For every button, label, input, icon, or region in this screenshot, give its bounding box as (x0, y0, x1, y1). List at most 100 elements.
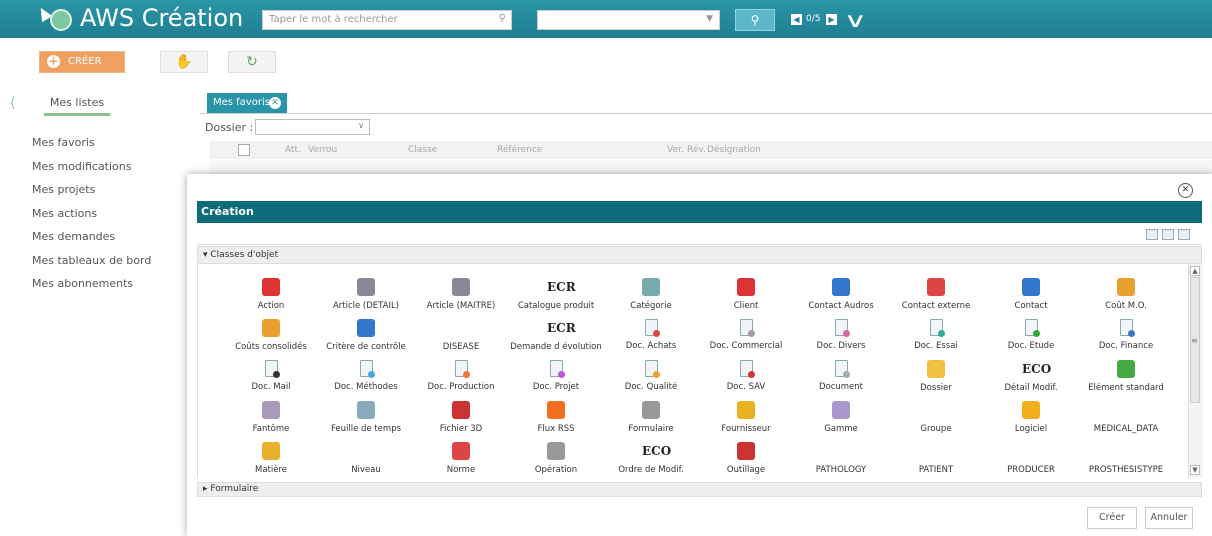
object-class-item[interactable]: Contact Audros (791, 278, 891, 311)
plus-icon: + (47, 54, 60, 68)
search-icon: ⚲ (498, 13, 506, 24)
object-class-item[interactable]: Groupe (886, 401, 986, 434)
object-class-item[interactable]: Doc. Méthodes (316, 360, 416, 392)
object-class-item[interactable]: Doc. Production (411, 360, 511, 392)
object-class-item[interactable]: Doc. Achats (601, 319, 701, 351)
ecr-icon: ECR (547, 280, 576, 294)
column-class[interactable]: Classe (408, 145, 437, 155)
sidebar-item-favorites[interactable]: Mes favoris (32, 136, 151, 160)
column-version[interactable]: Ver. (667, 145, 684, 155)
object-class-item[interactable]: PRODUCER (981, 442, 1081, 475)
object-class-item[interactable]: Elément standard (1076, 360, 1176, 393)
column-lock[interactable]: Verrou (308, 145, 337, 155)
object-class-item[interactable]: Flux RSS (506, 401, 606, 434)
object-class-item[interactable]: Doc. Qualité (601, 360, 701, 392)
object-class-item[interactable]: Gamme (791, 401, 891, 434)
column-reference[interactable]: Référence (497, 145, 542, 155)
object-class-item[interactable]: Document (791, 360, 891, 392)
object-class-item[interactable]: Opération (506, 442, 606, 475)
object-class-item[interactable]: Coût M.O. (1076, 278, 1176, 311)
chevron-down-icon: ∨ (358, 121, 364, 130)
object-class-item[interactable]: Doc. SAV (696, 360, 796, 392)
prev-result-button[interactable]: ◀ (791, 14, 802, 25)
object-class-item[interactable]: DISEASE (411, 319, 511, 352)
object-class-item[interactable]: Logiciel (981, 401, 1081, 434)
object-class-item[interactable]: Outillage (696, 442, 796, 475)
object-class-item[interactable]: ECO Détail Modif. (981, 360, 1081, 393)
column-designation[interactable]: Désignation (707, 145, 761, 155)
chart-icon (832, 401, 850, 419)
sidebar-item-modifications[interactable]: Mes modifications (32, 160, 151, 184)
app-title: AWS Création (80, 4, 244, 32)
object-class-item[interactable]: Doc. Etude (981, 319, 1081, 351)
list-view-icon[interactable] (1162, 229, 1174, 240)
refresh-button[interactable]: ↻ (228, 51, 276, 73)
object-class-item[interactable]: Article (MAITRE) (411, 278, 511, 311)
search-input[interactable]: Taper le mot à rechercher ⚲ (262, 10, 512, 30)
object-class-item[interactable]: Niveau (316, 442, 416, 475)
sidebar-item-subscriptions[interactable]: Mes abonnements (32, 277, 151, 301)
eye-icon (357, 319, 375, 337)
checkout-button[interactable]: ✋ (160, 51, 208, 73)
sidebar-item-requests[interactable]: Mes demandes (32, 230, 151, 254)
object-class-item[interactable]: PATIENT (886, 442, 986, 475)
section-form[interactable]: ▸ Formulaire (197, 482, 1202, 497)
object-class-item[interactable]: PATHOLOGY (791, 442, 891, 475)
object-class-item[interactable]: Fichier 3D (411, 401, 511, 434)
sidebar-item-dashboards[interactable]: Mes tableaux de bord (32, 254, 151, 278)
folder-select[interactable]: ∨ (255, 119, 370, 135)
object-class-item[interactable]: Contact (981, 278, 1081, 311)
sidebar-tab-my-lists[interactable]: Mes listes (32, 96, 122, 109)
object-class-item[interactable]: ECR Catalogue produit (506, 278, 606, 311)
object-class-item[interactable]: Action (221, 278, 321, 311)
cancel-button[interactable]: Annuler (1145, 507, 1193, 529)
object-class-item[interactable]: Article (DETAIL) (316, 278, 416, 311)
scroll-down-button[interactable]: ▼ (1190, 465, 1200, 475)
blank-icon (1022, 442, 1040, 460)
object-class-item[interactable]: Catégorie (601, 278, 701, 311)
object-class-item[interactable]: Critère de contrôle (316, 319, 416, 352)
object-class-item[interactable]: MEDICAL_DATA (1076, 401, 1176, 434)
object-class-item[interactable]: Doc. Essai (886, 319, 986, 351)
create-confirm-button[interactable]: Créer (1087, 507, 1137, 529)
object-class-item[interactable]: Fournisseur (696, 401, 796, 434)
object-class-item[interactable]: Formulaire (601, 401, 701, 434)
object-class-item[interactable]: Norme (411, 442, 511, 475)
object-class-item[interactable]: Doc. Commercial (696, 319, 796, 351)
object-class-item[interactable]: PROSTHESISTYPE (1076, 442, 1176, 475)
object-class-item[interactable]: Fantôme (221, 401, 321, 434)
tab-favorites[interactable]: Mes favoris ✕ (207, 93, 287, 113)
object-class-item[interactable]: Doc. Projet (506, 360, 606, 392)
expand-menu-icon[interactable]: ∨ (844, 8, 867, 32)
object-class-item[interactable]: Matière (221, 442, 321, 475)
people-icon (1117, 278, 1135, 296)
search-button[interactable]: ⚲ (735, 9, 775, 31)
column-revision[interactable]: Rév. (687, 145, 706, 155)
sidebar-item-actions[interactable]: Mes actions (32, 207, 151, 231)
scroll-up-button[interactable]: ▲ (1190, 266, 1200, 276)
collapse-sidebar-icon[interactable]: ⟨ (10, 95, 15, 111)
close-dialog-icon[interactable]: ✕ (1178, 183, 1193, 198)
object-class-item[interactable]: ECR Demande d évolution (506, 319, 606, 352)
section-object-classes[interactable]: ▾ Classes d'objet (197, 246, 1202, 264)
object-class-item[interactable]: Doc. Mail (221, 360, 321, 392)
large-icons-view-icon[interactable] (1146, 229, 1158, 240)
object-class-item[interactable]: Dossier (886, 360, 986, 393)
object-class-item[interactable]: Doc. Divers (791, 319, 891, 351)
search-type-select[interactable]: ▼ (537, 10, 720, 30)
sidebar-item-projects[interactable]: Mes projets (32, 183, 151, 207)
object-class-item[interactable]: Coûts consolidés (221, 319, 321, 352)
contact-card-red-icon (927, 278, 945, 296)
object-class-item[interactable]: Client (696, 278, 796, 311)
detail-view-icon[interactable] (1178, 229, 1190, 240)
object-class-item[interactable]: Contact externe (886, 278, 986, 311)
next-result-button[interactable]: ▶ (826, 14, 837, 25)
select-all-checkbox[interactable] (238, 144, 250, 156)
object-class-item[interactable]: Feuille de temps (316, 401, 416, 434)
object-class-item[interactable]: Doc. Finance (1076, 319, 1176, 351)
close-tab-icon[interactable]: ✕ (269, 97, 281, 109)
create-button[interactable]: + CRÉER (39, 51, 125, 73)
clock-icon (262, 278, 280, 296)
object-class-item[interactable]: ECO Ordre de Modif. (601, 442, 701, 475)
column-att[interactable]: Att. (285, 145, 301, 155)
